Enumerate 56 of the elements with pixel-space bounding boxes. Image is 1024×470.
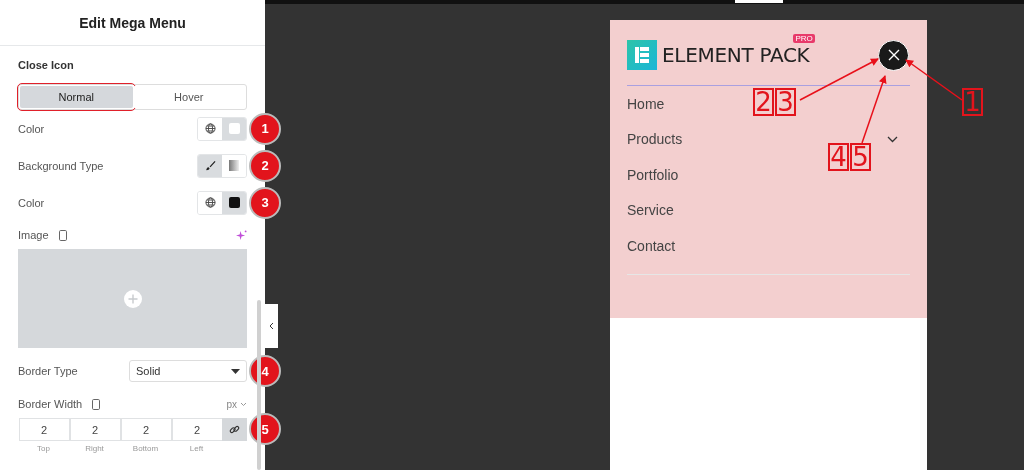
pro-tag: PRO	[793, 34, 815, 43]
callout-number: 4	[828, 143, 849, 171]
chevron-left-icon	[269, 322, 274, 330]
callout-number: 2	[753, 88, 774, 116]
dimension-label: Left	[189, 444, 204, 453]
brush-icon	[204, 160, 216, 171]
logo-text: ELEMENT PACK	[662, 43, 810, 67]
control-label: Image	[18, 229, 49, 241]
mobile-icon	[92, 398, 101, 410]
classic-button[interactable]	[198, 154, 222, 177]
control-label: Background Type	[18, 159, 105, 172]
close-icon	[887, 49, 900, 61]
step-badge: 3	[249, 186, 281, 219]
control-label: Border Width	[18, 398, 83, 410]
callout-number: 5	[850, 143, 871, 171]
menu-item[interactable]: Home	[627, 95, 665, 112]
menu-item[interactable]: Products	[627, 131, 683, 148]
close-button[interactable]	[878, 39, 909, 71]
link-values-button[interactable]	[222, 418, 247, 441]
link-icon	[229, 424, 240, 435]
unit-select[interactable]: px	[226, 398, 237, 410]
dimension-input[interactable]: 2	[171, 418, 223, 441]
section-heading: Close Icon	[18, 58, 75, 72]
chevron-down-icon[interactable]	[887, 135, 898, 143]
dimension-input[interactable]: 2	[69, 418, 121, 441]
gradient-icon	[229, 160, 239, 171]
add-icon	[123, 289, 142, 308]
control-label: Color	[18, 196, 46, 209]
border-type-select[interactable]: Solid	[129, 360, 247, 382]
panel-title: Edit Mega Menu	[79, 14, 186, 31]
caret-icon	[231, 368, 240, 374]
step-badge: 2	[249, 149, 281, 182]
dimension-label: Bottom	[132, 444, 159, 453]
step-badge: 1	[249, 112, 281, 145]
callout-number: 1	[962, 88, 983, 116]
control-label: Color	[18, 122, 46, 135]
sparkle-icon[interactable]	[236, 229, 247, 241]
callout-number: 3	[775, 88, 796, 116]
color-picker[interactable]	[222, 191, 246, 214]
state-tab[interactable]: Normal	[20, 86, 133, 108]
globe-icon	[204, 123, 216, 134]
dimension-label: Right	[85, 444, 104, 453]
chevron-down-icon	[240, 401, 247, 407]
menu-item[interactable]: Service	[627, 202, 674, 219]
logo-icon	[627, 40, 657, 70]
control-label: Border Type	[18, 365, 79, 377]
color-picker[interactable]	[222, 117, 246, 140]
scrollbar[interactable]	[257, 300, 261, 470]
globe-icon	[204, 197, 216, 208]
dimension-input[interactable]: 2	[120, 418, 172, 441]
callout-arrow	[905, 59, 963, 101]
mobile-icon	[58, 229, 67, 241]
menu-item[interactable]: Contact	[627, 237, 676, 254]
dimension-label: Top	[37, 444, 50, 453]
dimension-input[interactable]: 2	[18, 418, 70, 441]
menu-item[interactable]: Portfolio	[627, 166, 679, 183]
